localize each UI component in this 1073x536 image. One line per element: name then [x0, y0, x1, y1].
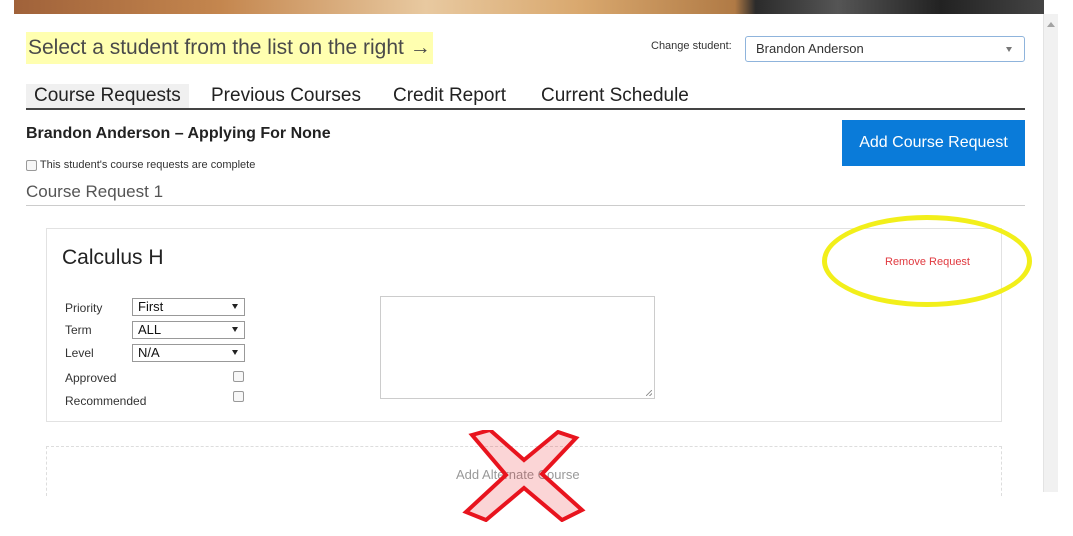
- header-banner-image: [14, 0, 1044, 14]
- approved-label: Approved: [65, 371, 117, 385]
- resize-grip-icon[interactable]: [646, 390, 652, 396]
- recommended-label: Recommended: [65, 394, 147, 408]
- tab-credit-report[interactable]: Credit Report: [393, 84, 506, 108]
- level-select[interactable]: N/A: [132, 344, 245, 362]
- change-student-label: Change student:: [651, 40, 732, 52]
- chevron-down-icon: [232, 304, 238, 309]
- requests-complete-checkbox[interactable]: [26, 159, 37, 171]
- tab-previous-courses[interactable]: Previous Courses: [211, 84, 361, 108]
- tab-current-schedule[interactable]: Current Schedule: [541, 84, 689, 108]
- tab-bar: Course Requests Previous Courses Credit …: [26, 82, 1025, 110]
- chevron-down-icon: [232, 350, 238, 355]
- highlight-circle-annotation: [822, 215, 1032, 307]
- level-label: Level: [65, 346, 94, 360]
- chevron-down-icon: [232, 327, 238, 332]
- term-select[interactable]: ALL: [132, 321, 245, 339]
- section-divider: [26, 205, 1025, 206]
- notes-textarea[interactable]: [380, 296, 655, 399]
- approved-checkbox[interactable]: [233, 371, 244, 382]
- recommended-checkbox[interactable]: [233, 391, 244, 402]
- priority-value: First: [138, 299, 164, 314]
- term-label: Term: [65, 323, 92, 337]
- tab-course-requests[interactable]: Course Requests: [26, 84, 189, 108]
- select-student-prompt: Select a student from the list on the ri…: [26, 32, 433, 64]
- course-request-title: Course Request 1: [26, 182, 164, 201]
- level-value: N/A: [138, 345, 160, 360]
- vertical-scrollbar[interactable]: [1043, 14, 1058, 492]
- student-select-value: Brandon Anderson: [756, 41, 864, 56]
- term-value: ALL: [138, 322, 162, 337]
- priority-label: Priority: [65, 301, 103, 315]
- student-heading: Brandon Anderson – Applying For None: [26, 125, 331, 142]
- priority-select[interactable]: First: [132, 298, 245, 316]
- student-select[interactable]: Brandon Anderson: [745, 36, 1025, 62]
- requests-complete-label: This student's course requests are compl…: [39, 159, 256, 171]
- course-name: Calculus H: [62, 246, 164, 269]
- add-course-request-button[interactable]: Add Course Request: [842, 120, 1025, 166]
- requests-complete-row: This student's course requests are compl…: [26, 159, 255, 171]
- chevron-down-icon: [1006, 47, 1012, 52]
- scroll-up-arrow-icon[interactable]: [1047, 22, 1055, 27]
- strike-x-annotation: [462, 430, 586, 522]
